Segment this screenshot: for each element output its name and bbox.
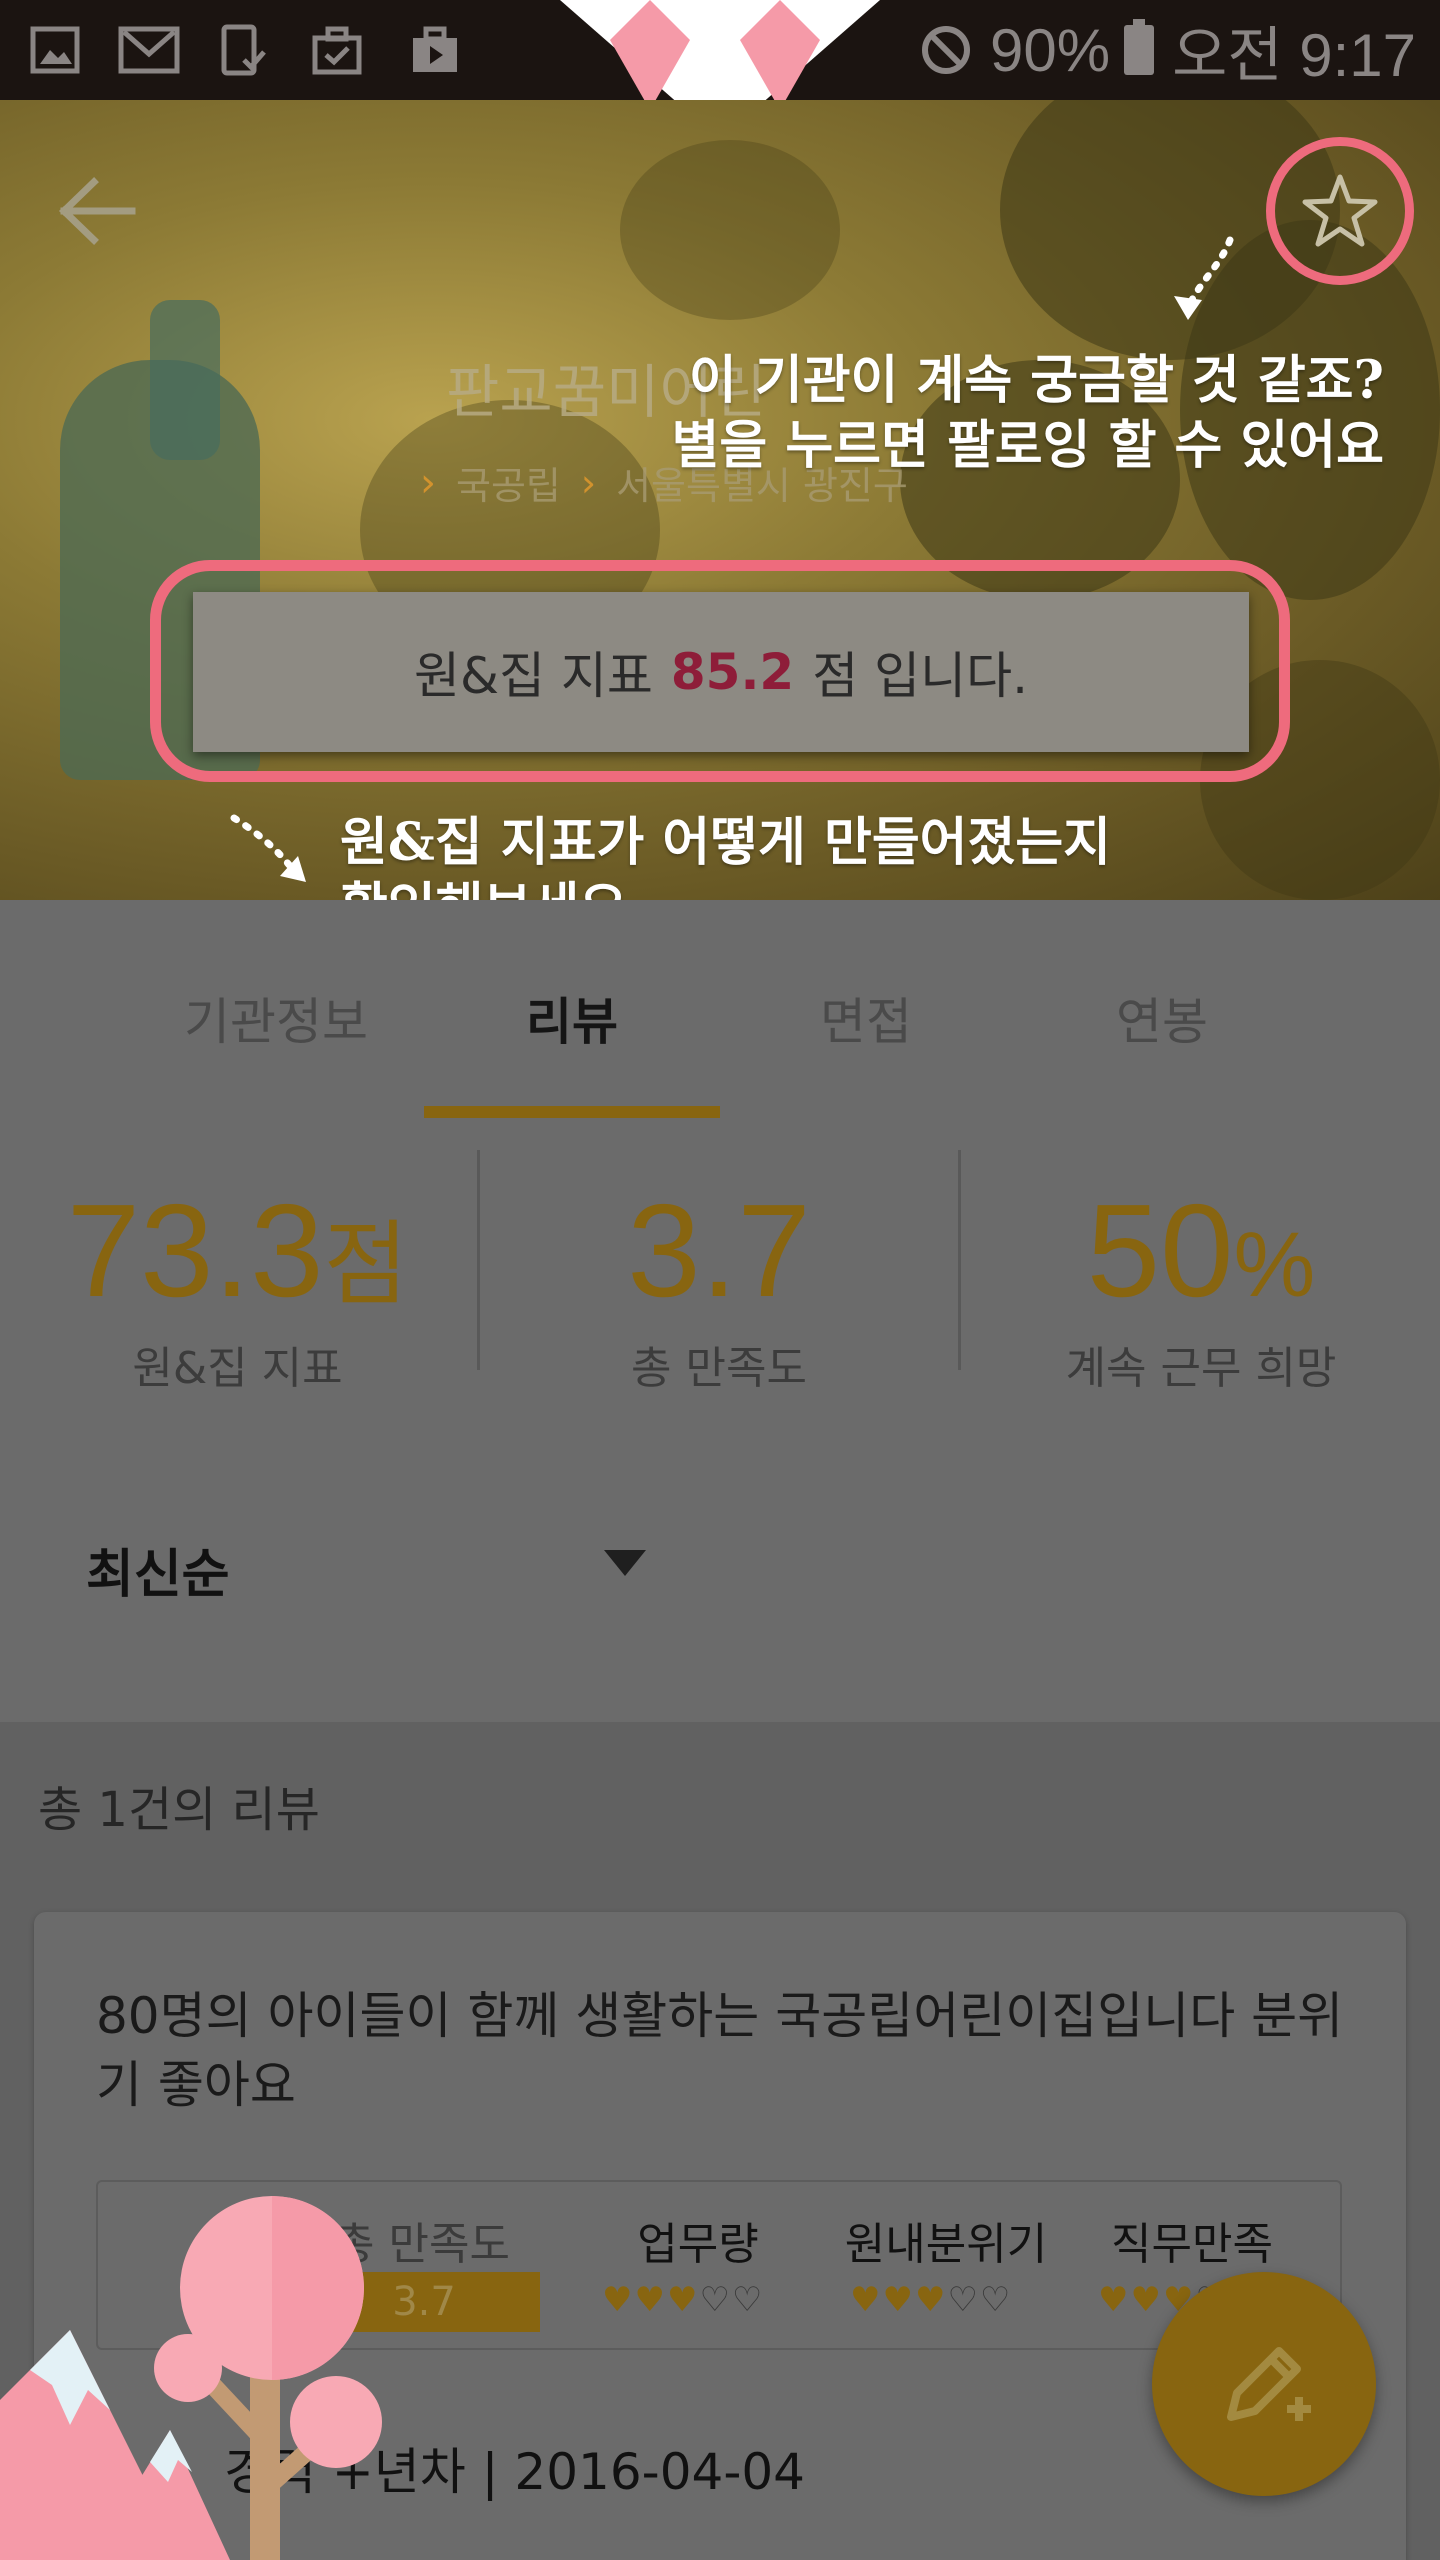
dotted-arrow-icon <box>1174 236 1234 320</box>
stat-label: 총 만족도 <box>631 1343 807 1394</box>
battery-icon <box>1124 19 1155 75</box>
battery-percent: 90% <box>990 16 1111 84</box>
follow-star-button[interactable] <box>1266 137 1414 285</box>
satisfaction-stat: 3.7 <box>480 1175 958 1326</box>
active-tab-indicator <box>424 1106 720 1118</box>
stat-label: 계속 근무 희망 <box>1065 1343 1337 1394</box>
tab-interview[interactable]: 면접 <box>716 982 1016 1054</box>
stat-unit: 점 <box>323 1214 409 1316</box>
follow-tip: 이 기관이 계속 궁금할 것 같죠? 별을 누르면 팔로잉 할 수 있어요 <box>384 348 1384 478</box>
device-check-icon <box>221 24 266 76</box>
index-tip-line1: 원&집 지표가 어떻게 만들어졌는지 <box>340 812 1112 873</box>
follow-tip-line1: 이 기관이 계속 궁금할 것 같죠? <box>688 350 1384 411</box>
review-count: 총 1건의 리뷰 <box>38 1782 320 1838</box>
status-right: 90% 오전 9:17 <box>920 0 1416 100</box>
star-icon <box>1302 174 1378 247</box>
back-arrow-icon[interactable] <box>58 176 138 246</box>
stat-unit: % <box>1233 1214 1316 1316</box>
tab-institution-info[interactable]: 기관정보 <box>126 982 426 1054</box>
highlight-ring <box>150 560 1290 782</box>
video-bag-icon <box>413 26 457 72</box>
vase-image <box>150 300 220 460</box>
mail-icon <box>118 26 180 74</box>
rating-label-job-satisfaction: 직무만족 <box>1111 2219 1273 2270</box>
index-score-stat: 73.3점 <box>0 1175 475 1326</box>
briefcase-check-icon <box>312 26 362 75</box>
status-bar: 90% 오전 9:17 <box>0 0 1440 140</box>
tab-salary[interactable]: 연봉 <box>1012 982 1312 1054</box>
review-title: 80명의 아이들이 함께 생활하는 국공립어린이집입니다 분위기 좋아요 <box>96 1987 1344 2114</box>
rating-label-atmosphere: 원내분위기 <box>844 2219 1048 2270</box>
tree-decoration-icon <box>0 2196 382 2560</box>
tab-bar: 기관정보 리뷰 면접 연봉 <box>0 900 1440 1120</box>
stat-value: 50 <box>1086 1177 1234 1324</box>
divider <box>958 1150 961 1370</box>
dotted-arrow-icon <box>230 814 306 882</box>
image-icon <box>30 26 80 74</box>
tab-reviews[interactable]: 리뷰 <box>422 982 722 1054</box>
retention-stat: 50% <box>962 1175 1440 1326</box>
stat-value: 3.7 <box>627 1177 811 1324</box>
rating-hearts-workload: ♥♥♥♡♡ <box>602 2280 765 2320</box>
block-icon <box>922 26 971 74</box>
stat-label: 원&집 지표 <box>132 1343 343 1394</box>
clock: 오전 9:17 <box>1172 21 1416 89</box>
stat-value: 73.3 <box>66 1177 324 1324</box>
pencil-add-icon <box>1227 2347 1311 2421</box>
sort-dropdown[interactable]: 최신순 <box>86 1532 230 1607</box>
rating-hearts-atmosphere: ♥♥♥♡♡ <box>850 2280 1013 2320</box>
follow-tip-line2: 별을 누르면 팔로잉 할 수 있어요 <box>671 415 1384 476</box>
stats-summary: 73.3점 원&집 지표 3.7 총 만족도 50% 계속 근무 희망 <box>0 1120 1440 1450</box>
write-review-button[interactable] <box>1152 2272 1376 2496</box>
rating-label-workload: 업무량 <box>637 2219 759 2270</box>
dropdown-arrow-icon[interactable] <box>604 1550 646 1576</box>
